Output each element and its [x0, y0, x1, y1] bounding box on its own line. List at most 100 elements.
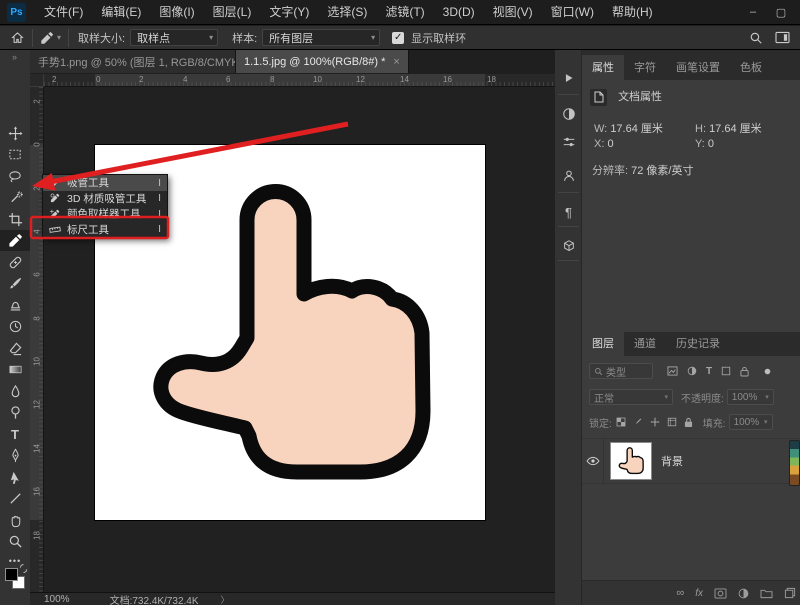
home-icon[interactable] — [10, 31, 25, 45]
menu-image[interactable]: 图像(I) — [150, 0, 203, 24]
menu-select[interactable]: 选择(S) — [318, 0, 376, 24]
line-tool[interactable] — [0, 488, 30, 509]
adjustments-panel-icon[interactable] — [555, 102, 582, 126]
eraser-tool[interactable] — [0, 338, 30, 359]
menu-bar: Ps 文件(F) 编辑(E) 图像(I) 图层(L) 文字(Y) 选择(S) 滤… — [0, 0, 800, 25]
tool-presets-panel-icon[interactable] — [555, 130, 582, 154]
ruler-vertical[interactable]: 2 0 2 4 6 8 10 12 14 16 18 — [30, 87, 44, 605]
blend-mode-select[interactable]: 正常 ▾ — [589, 389, 673, 405]
new-group-icon[interactable] — [760, 588, 773, 599]
minimize-button[interactable]: – — [746, 6, 760, 19]
menu-filter[interactable]: 滤镜(T) — [376, 0, 433, 24]
menu-item-color-sampler[interactable]: 颜色取样器工具 I — [43, 206, 167, 222]
lock-all-icon[interactable] — [684, 417, 693, 428]
main-menu: 文件(F) 编辑(E) 图像(I) 图层(L) 文字(Y) 选择(S) 滤镜(T… — [35, 0, 662, 24]
filter-toggle-icon[interactable] — [764, 368, 771, 375]
menu-edit[interactable]: 编辑(E) — [92, 0, 150, 24]
gradient-tool[interactable] — [0, 359, 30, 380]
opacity-select[interactable]: 100% ▾ — [727, 389, 774, 405]
layer-filter-select[interactable]: 类型 — [589, 363, 653, 379]
tab-properties[interactable]: 属性 — [582, 55, 624, 80]
menu-type[interactable]: 文字(Y) — [260, 0, 318, 24]
toolbar-grip[interactable]: » — [0, 52, 30, 62]
zoom-tool[interactable] — [0, 531, 30, 552]
y-field: Y: 0 — [695, 138, 714, 150]
brush-tool[interactable] — [0, 273, 30, 294]
sample-select[interactable]: 所有图层 ▾ — [262, 29, 380, 46]
menu-file[interactable]: 文件(F) — [35, 0, 92, 24]
ruler-horizontal[interactable]: 2 0 2 4 6 8 10 12 14 16 18 — [44, 74, 555, 87]
dodge-tool[interactable] — [0, 402, 30, 423]
history-brush-tool[interactable] — [0, 316, 30, 337]
search-icon[interactable] — [749, 31, 763, 45]
lock-pixels-icon[interactable] — [633, 417, 643, 427]
tab-history[interactable]: 历史记录 — [666, 331, 730, 356]
layer-row-background[interactable]: 背景 — [582, 438, 800, 484]
foreground-color-swatch[interactable] — [5, 568, 18, 581]
tab-swatches[interactable]: 色板 — [730, 55, 772, 80]
filter-pixel-layers-icon[interactable] — [667, 366, 678, 376]
tab-channels[interactable]: 通道 — [624, 331, 666, 356]
document-tab-2[interactable]: 1.1.5.jpg @ 100%(RGB/8#) * × — [236, 50, 409, 73]
eyedropper-tool[interactable] — [0, 230, 30, 251]
add-mask-icon[interactable] — [714, 588, 727, 599]
link-layers-icon[interactable]: ∞ — [676, 587, 684, 599]
clone-stamp-tool[interactable] — [0, 295, 30, 316]
hand-tool[interactable] — [0, 510, 30, 531]
zoom-level-field[interactable]: 100% — [44, 594, 70, 605]
sample-size-select[interactable]: 取样点 ▾ — [130, 29, 218, 46]
status-popup-chevron[interactable]: 〉 — [221, 593, 230, 605]
show-sampling-ring-checkbox[interactable]: ✓ — [392, 32, 404, 44]
spot-healing-tool[interactable] — [0, 252, 30, 273]
crop-tool[interactable] — [0, 209, 30, 230]
tab-layers[interactable]: 图层 — [582, 331, 624, 356]
menu-help[interactable]: 帮助(H) — [603, 0, 662, 24]
paragraph-panel-icon[interactable]: ¶ — [555, 200, 582, 224]
options-bar: ▾ 取样大小: 取样点 ▾ 样本: 所有图层 ▾ ✓ 显示取样环 — [0, 26, 800, 50]
fill-select[interactable]: 100% ▾ — [729, 414, 773, 430]
layer-thumbnail[interactable] — [611, 443, 651, 479]
marquee-tool[interactable] — [0, 144, 30, 165]
actions-panel-icon[interactable] — [555, 66, 582, 90]
eyedropper-tool-option[interactable]: ▾ — [40, 31, 61, 45]
swap-colors-icon[interactable] — [19, 564, 28, 573]
chevron-down-icon: ▾ — [365, 33, 375, 42]
filter-adjustment-layers-icon[interactable] — [687, 366, 697, 376]
lasso-tool[interactable] — [0, 166, 30, 187]
new-adjustment-layer-icon[interactable] — [738, 588, 749, 599]
smudge-tool[interactable] — [0, 381, 30, 402]
filter-type-layers-icon[interactable]: T — [706, 366, 712, 377]
3d-panel-icon[interactable] — [555, 234, 582, 258]
filter-smart-objects-icon[interactable] — [740, 366, 749, 377]
lock-position-icon[interactable] — [650, 417, 660, 427]
menu-window[interactable]: 窗口(W) — [542, 0, 603, 24]
lock-artboard-icon[interactable] — [667, 417, 677, 427]
move-tool[interactable] — [0, 123, 30, 144]
menu-view[interactable]: 视图(V) — [484, 0, 542, 24]
filter-shape-layers-icon[interactable] — [721, 366, 731, 376]
tab-brush-settings[interactable]: 画笔设置 — [666, 55, 730, 80]
close-tab-icon[interactable]: × — [393, 56, 399, 68]
pen-tool[interactable] — [0, 445, 30, 466]
new-layer-icon[interactable] — [784, 587, 796, 599]
sample-size-label: 取样大小: — [78, 30, 125, 46]
layer-visibility-toggle[interactable] — [582, 438, 604, 484]
menu-item-3d-material-eyedropper[interactable]: 3D 材质吸管工具 I — [43, 191, 167, 207]
workspace-icon[interactable] — [775, 31, 790, 44]
lock-transparent-icon[interactable] — [616, 417, 626, 427]
document-tab-1[interactable]: 手势1.png @ 50% (图层 1, RGB/8/CMYK) * × — [30, 50, 236, 73]
path-selection-tool[interactable] — [0, 467, 30, 488]
libraries-panel-icon[interactable] — [555, 164, 582, 188]
magic-wand-tool[interactable] — [0, 187, 30, 208]
document-icon — [590, 89, 607, 106]
menu-item-eyedropper[interactable]: 吸管工具 I — [43, 175, 167, 191]
3d-eyedropper-icon — [48, 193, 62, 203]
maximize-button[interactable]: ▢ — [774, 6, 788, 19]
menu-item-ruler-tool[interactable]: 标尺工具 I — [43, 222, 167, 238]
menu-3d[interactable]: 3D(D) — [434, 0, 484, 24]
ruler-icon — [48, 225, 62, 234]
tab-character[interactable]: 字符 — [624, 55, 666, 80]
layer-style-icon[interactable]: fx — [695, 588, 703, 599]
menu-layer[interactable]: 图层(L) — [204, 0, 261, 24]
type-tool[interactable]: T — [0, 424, 30, 445]
